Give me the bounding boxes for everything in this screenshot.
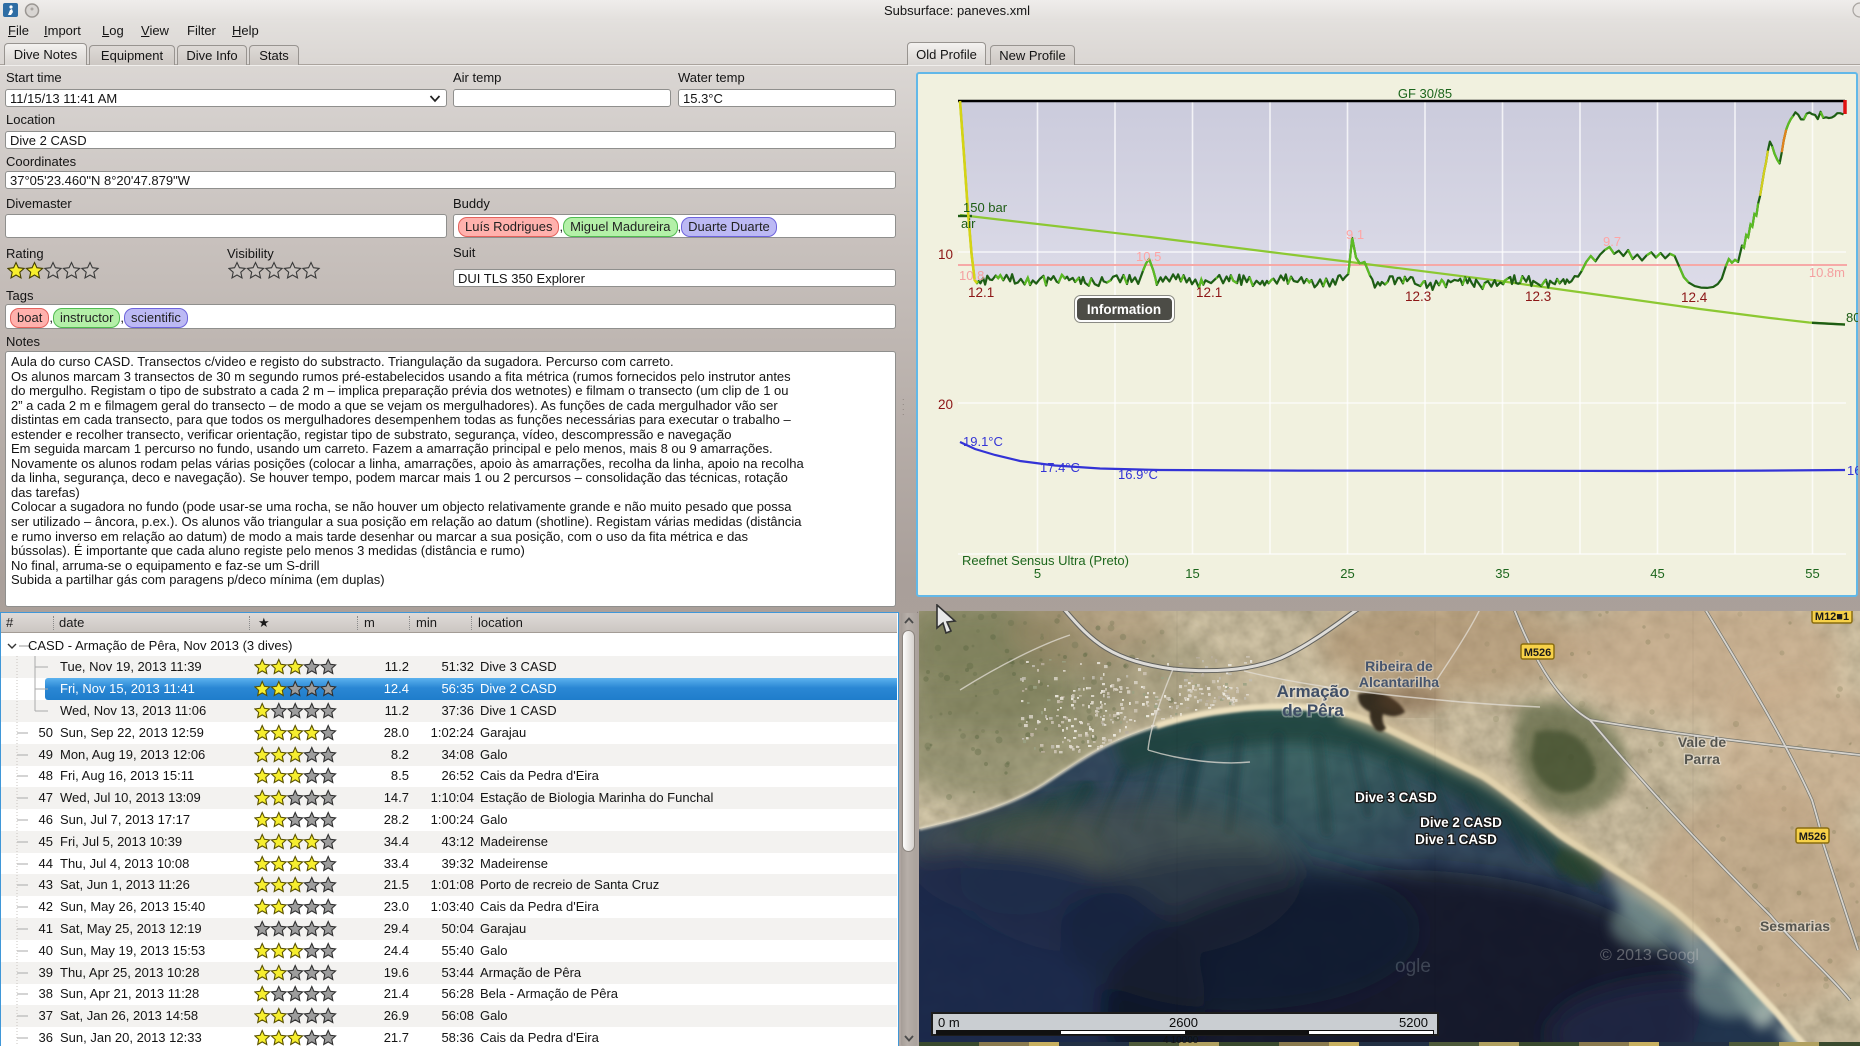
svg-text:10.5: 10.5 — [1136, 249, 1161, 264]
svg-text:35: 35 — [1495, 566, 1509, 581]
svg-text:9.7: 9.7 — [1603, 234, 1621, 249]
svg-text:Alcantarilha: Alcantarilha — [1359, 674, 1439, 690]
svg-text:10: 10 — [938, 247, 953, 262]
svg-text:ogle: ogle — [1395, 956, 1431, 977]
svg-text:12.4: 12.4 — [1681, 290, 1708, 305]
svg-text:M12■1: M12■1 — [1815, 611, 1849, 623]
svg-text:Vale de: Vale de — [1678, 734, 1726, 750]
svg-text:Dive 2 CASD: Dive 2 CASD — [1420, 815, 1502, 830]
svg-text:M526: M526 — [1524, 647, 1552, 659]
svg-text:Dive 3 CASD: Dive 3 CASD — [1355, 790, 1437, 805]
svg-text:Ribeira de: Ribeira de — [1365, 658, 1433, 674]
svg-text:19.1°C: 19.1°C — [963, 434, 1003, 449]
svg-text:17.4°C: 17.4°C — [1040, 460, 1080, 475]
svg-text:10.8m: 10.8m — [1809, 265, 1845, 280]
svg-text:GF 30/85: GF 30/85 — [1398, 86, 1452, 101]
svg-text:Information: Information — [1087, 302, 1161, 317]
svg-text:air: air — [961, 216, 976, 231]
svg-text:80: 80 — [1846, 310, 1858, 325]
svg-text:Sesmarias: Sesmarias — [1760, 918, 1830, 934]
svg-text:M526: M526 — [1799, 831, 1827, 843]
svg-text:12.3: 12.3 — [1525, 289, 1551, 304]
svg-text:150 bar: 150 bar — [963, 200, 1008, 215]
svg-text:9.1: 9.1 — [1346, 227, 1364, 242]
svg-text:de Pêra: de Pêra — [1282, 701, 1344, 720]
svg-text:12.1: 12.1 — [968, 285, 994, 300]
svg-text:Armação: Armação — [1277, 682, 1350, 701]
svg-text:Reefnet Sensus Ultra (Preto): Reefnet Sensus Ultra (Preto) — [962, 553, 1129, 568]
svg-text:55: 55 — [1805, 566, 1819, 581]
svg-text:25: 25 — [1340, 566, 1354, 581]
svg-text:12.1: 12.1 — [1196, 285, 1222, 300]
svg-text:20: 20 — [938, 397, 953, 412]
svg-text:15: 15 — [1185, 566, 1199, 581]
svg-text:16.9°C: 16.9°C — [1118, 467, 1158, 482]
svg-text:Dive 1 CASD: Dive 1 CASD — [1415, 832, 1497, 847]
svg-text:Parra: Parra — [1684, 751, 1720, 767]
svg-text:© 2013 Googl: © 2013 Googl — [1600, 947, 1699, 964]
svg-text:16: 16 — [1847, 463, 1858, 478]
svg-text:5: 5 — [1034, 566, 1041, 581]
svg-text:45: 45 — [1650, 566, 1664, 581]
svg-text:10.8: 10.8 — [959, 268, 984, 283]
svg-text:12.3: 12.3 — [1405, 289, 1431, 304]
